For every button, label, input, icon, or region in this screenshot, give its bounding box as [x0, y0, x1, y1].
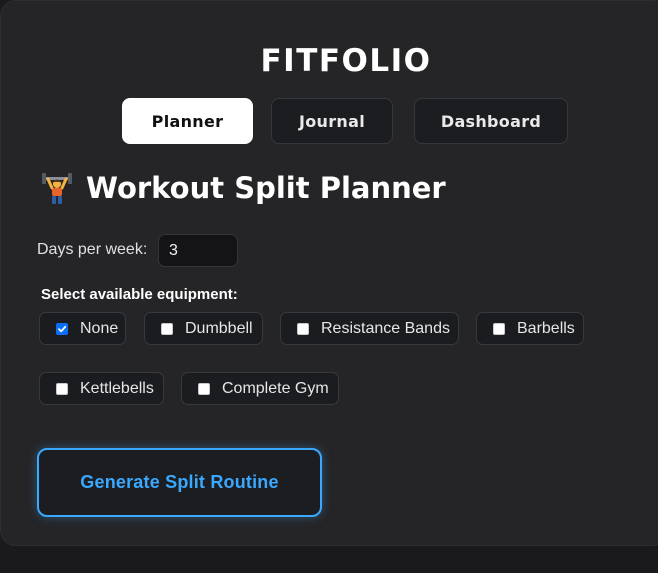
- equipment-option-label: Kettlebells: [80, 379, 154, 397]
- equipment-option-kettlebells[interactable]: Kettlebells: [39, 372, 164, 405]
- equipment-option-label: Complete Gym: [222, 379, 329, 397]
- equipment-option-barbells[interactable]: Barbells: [476, 312, 584, 345]
- equipment-option-label: Barbells: [517, 319, 575, 337]
- checkbox-checked-icon[interactable]: [56, 322, 68, 335]
- equipment-option-none[interactable]: None: [39, 312, 126, 345]
- checkbox-icon[interactable]: [297, 322, 309, 335]
- generate-split-routine-button[interactable]: Generate Split Routine: [37, 448, 322, 517]
- equipment-label: Select available equipment:: [41, 286, 238, 303]
- checkbox-icon[interactable]: [198, 382, 210, 395]
- tab-journal[interactable]: Journal: [271, 98, 393, 144]
- equipment-option-complete-gym[interactable]: Complete Gym: [181, 372, 339, 405]
- days-per-week-input[interactable]: [158, 234, 238, 267]
- section-header: Workout Split Planner: [41, 171, 446, 205]
- tab-dashboard[interactable]: Dashboard: [414, 98, 568, 144]
- equipment-option-label: Resistance Bands: [321, 319, 450, 337]
- equipment-option-dumbbell[interactable]: Dumbbell: [144, 312, 263, 345]
- planner-card: FITFOLIO Planner Journal Dashboard Worko…: [0, 0, 658, 546]
- checkbox-icon[interactable]: [493, 322, 505, 335]
- equipment-option-resistance-bands[interactable]: Resistance Bands: [280, 312, 459, 345]
- equipment-option-label: Dumbbell: [185, 319, 253, 337]
- weightlifter-emoji-icon: [41, 171, 73, 205]
- checkbox-icon[interactable]: [161, 322, 173, 335]
- days-per-week-label: Days per week:: [37, 241, 148, 258]
- equipment-option-label: None: [80, 319, 119, 337]
- app-logo-title: FITFOLIO: [260, 43, 432, 79]
- page-title: Workout Split Planner: [86, 171, 446, 205]
- tab-planner[interactable]: Planner: [122, 98, 253, 144]
- checkbox-icon[interactable]: [56, 382, 68, 395]
